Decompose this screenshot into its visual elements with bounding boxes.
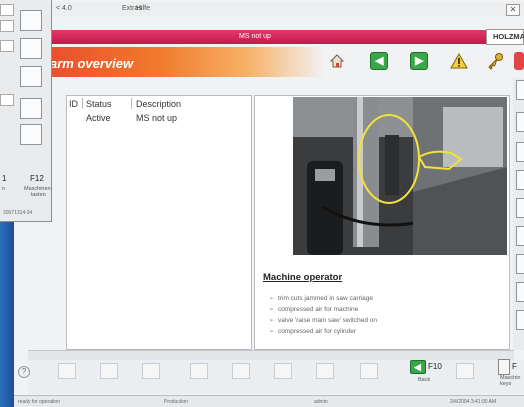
machine-overview-icon[interactable]: [516, 80, 524, 100]
column-header-id[interactable]: ID: [69, 99, 78, 109]
alarm-title-bar: MS not up: [24, 30, 486, 44]
grippers-icon[interactable]: [516, 226, 524, 246]
settings-icon[interactable]: [20, 38, 42, 59]
f10-key-label[interactable]: F10: [428, 362, 442, 371]
status-datetime: 2/4/2004 3:41:00 AM: [450, 399, 497, 405]
back-arrow-icon[interactable]: ◀: [410, 360, 426, 374]
function-key-slot[interactable]: [274, 363, 292, 379]
detail-heading: Machine operator: [263, 272, 343, 283]
function-key-slot[interactable]: [316, 363, 334, 379]
f11-sub-label: n: [2, 186, 6, 192]
function-key-slot[interactable]: [100, 363, 118, 379]
column-divider: [82, 98, 83, 109]
status-bar: ready for operation Production admin 2/4…: [14, 395, 524, 407]
program-fence-icon[interactable]: [516, 198, 524, 218]
version-label: < 4.0: [56, 5, 72, 12]
printer-icon[interactable]: [20, 98, 42, 119]
saw-carriage-icon[interactable]: [516, 112, 524, 132]
function-key-slot[interactable]: [232, 363, 250, 379]
side-dialog: 1 F12 n Maschinen- tasten 20071314:34: [0, 0, 52, 222]
function-key-slot[interactable]: [190, 363, 208, 379]
f12-key-label[interactable]: F12: [30, 174, 44, 183]
f11-key-label[interactable]: F: [512, 362, 517, 371]
right-toolbar: [513, 78, 524, 350]
cause-list: trim cuts jammed in saw carriage compres…: [269, 293, 377, 337]
column-header-status[interactable]: Status: [86, 99, 112, 109]
f11-key-label[interactable]: 1: [2, 174, 6, 183]
list-item: valve 'raise main saw' switched on: [269, 315, 377, 326]
exit-icon[interactable]: [514, 52, 524, 70]
alarm-table: ID Status Description Active MS not up: [66, 95, 252, 350]
pressure-beam-icon[interactable]: [516, 142, 524, 162]
page-title: arm overview: [50, 56, 134, 71]
machine-keys-icon[interactable]: [498, 359, 510, 375]
f12-sub-label: Maschinen- tasten: [24, 186, 53, 198]
key-icon[interactable]: [486, 52, 504, 70]
clipboard-icon[interactable]: [20, 124, 42, 145]
label-printer-icon[interactable]: [516, 310, 524, 330]
status-mode: Production: [164, 399, 188, 405]
table-icon[interactable]: [516, 170, 524, 190]
f10-sub-label: Back: [418, 377, 431, 383]
grid-icon[interactable]: [20, 66, 42, 87]
function-key-slot[interactable]: [58, 363, 76, 379]
column-header-description[interactable]: Description: [136, 99, 181, 109]
back-arrow-icon[interactable]: ◀: [370, 52, 388, 70]
alarm-detail-panel: Machine operator trim cuts jammed in saw…: [254, 95, 510, 350]
function-key-slot[interactable]: [142, 363, 160, 379]
forward-arrow-icon[interactable]: ▶: [410, 52, 428, 70]
dialog-field[interactable]: [0, 94, 14, 106]
function-key-slot[interactable]: [456, 363, 474, 379]
air-table-icon[interactable]: [516, 254, 524, 274]
warning-icon[interactable]: [450, 52, 468, 70]
menu-help[interactable]: Hilfe: [136, 5, 150, 12]
function-key-slot[interactable]: [360, 363, 378, 379]
main-window: < 4.0 Extras Hilfe ✕ MS not up HOLZMA ar…: [14, 0, 524, 407]
list-item: compressed air for cylinder: [269, 326, 377, 337]
horizontal-scrollbar[interactable]: [28, 350, 514, 360]
help-icon[interactable]: ?: [18, 366, 30, 378]
list-item: compressed air for machine: [269, 304, 377, 315]
brand-logo: HOLZMA: [486, 29, 524, 45]
row-description: MS not up: [136, 113, 178, 123]
dialog-field[interactable]: [0, 20, 14, 32]
dialog-field[interactable]: [0, 4, 14, 16]
menu-bar: < 4.0 Extras Hilfe ✕: [14, 2, 524, 16]
dialog-timestamp: 20071314:34: [3, 210, 33, 216]
machine-photo: [293, 97, 507, 255]
column-divider: [131, 98, 132, 109]
status-state: ready for operation: [18, 399, 60, 405]
dialog-field[interactable]: [0, 40, 14, 52]
list-item: trim cuts jammed in saw carriage: [269, 293, 377, 304]
status-user: admin: [314, 399, 328, 405]
list-icon[interactable]: [20, 10, 42, 31]
f11-sub-label: Maschin keys: [500, 375, 521, 387]
lift-table-icon[interactable]: [516, 282, 524, 302]
row-status: Active: [86, 113, 111, 123]
window-close-icon[interactable]: ✕: [506, 4, 520, 16]
home-icon[interactable]: [328, 52, 346, 70]
